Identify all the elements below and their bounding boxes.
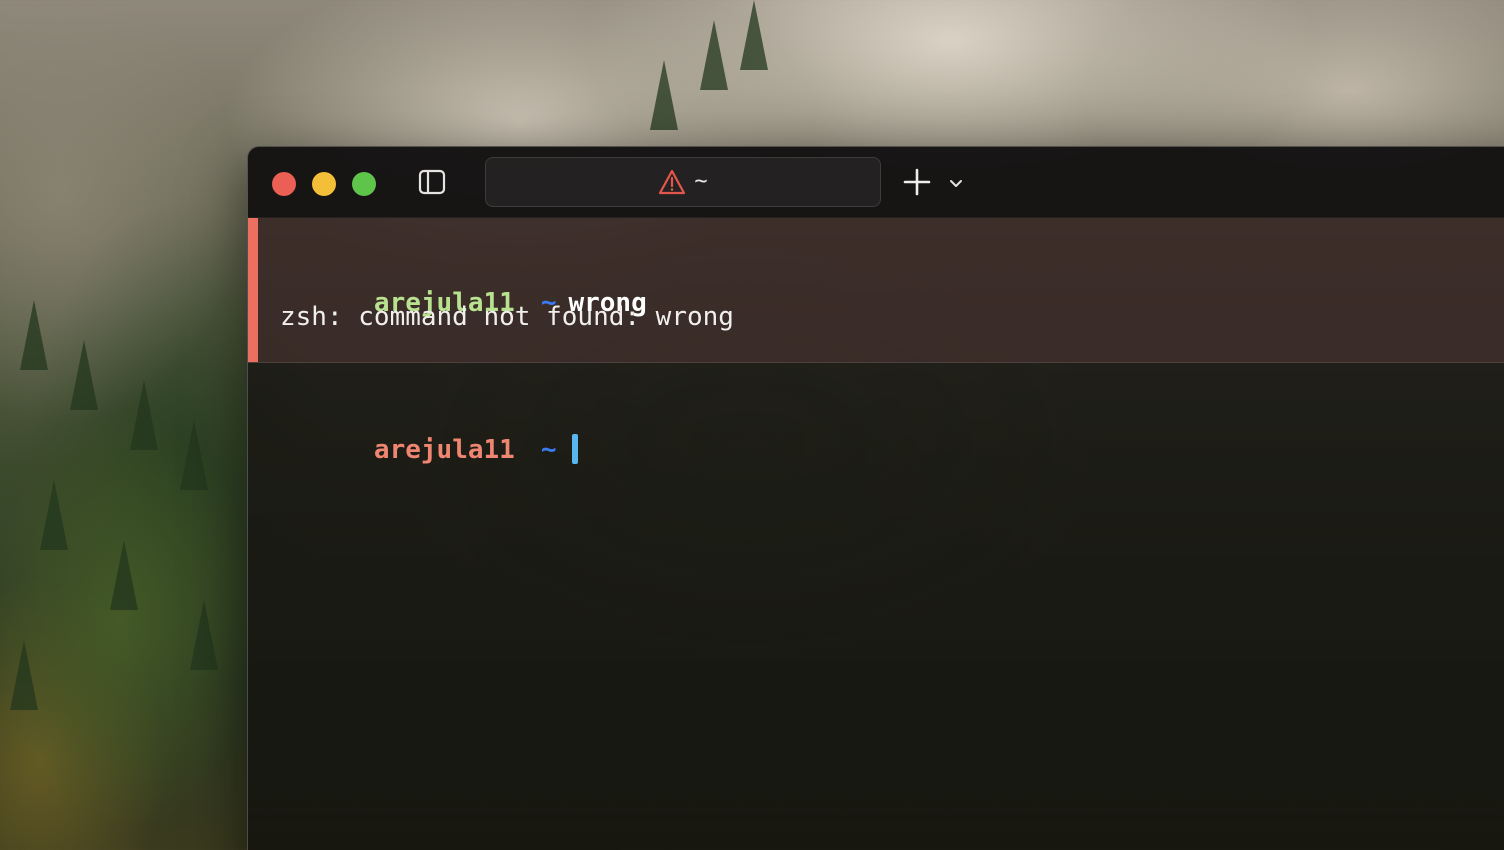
wallpaper-tree <box>180 420 208 490</box>
plus-icon[interactable] <box>902 167 932 197</box>
chevron-down-icon[interactable] <box>948 175 964 189</box>
minimize-button[interactable] <box>312 172 336 196</box>
wallpaper-tree <box>700 20 728 90</box>
close-button[interactable] <box>272 172 296 196</box>
wallpaper-tree <box>70 340 98 410</box>
prompt-path: ~ <box>540 435 557 465</box>
text-cursor <box>572 434 579 464</box>
terminal-window: ~ arejula11 ~ wrong zsh: command not found… <box>247 146 1504 850</box>
tab-title: ~ <box>694 169 708 194</box>
error-command-block[interactable]: arejula11 ~ wrong zsh: command not found: … <box>248 218 1504 363</box>
sidebar-toggle-icon[interactable] <box>418 168 446 196</box>
wallpaper-tree <box>650 60 678 130</box>
wallpaper-tree <box>10 640 38 710</box>
wallpaper-tree <box>40 480 68 550</box>
maximize-button[interactable] <box>352 172 376 196</box>
wallpaper-tree <box>740 0 768 70</box>
error-indicator <box>248 218 258 362</box>
active-input-block[interactable]: arejula11 ~ <box>248 363 1504 483</box>
wallpaper-tree <box>110 540 138 610</box>
title-bar: ~ <box>248 147 1504 218</box>
prompt-line[interactable]: arejula11 ~ <box>280 399 579 501</box>
wallpaper-tree <box>20 300 48 370</box>
command-output: zsh: command not found: wrong <box>280 302 734 332</box>
wallpaper-tree <box>130 380 158 450</box>
prompt-user: arejula11 <box>373 435 515 465</box>
tab-active[interactable]: ~ <box>485 157 881 207</box>
wallpaper-tree <box>190 600 218 670</box>
warning-icon <box>658 169 686 195</box>
